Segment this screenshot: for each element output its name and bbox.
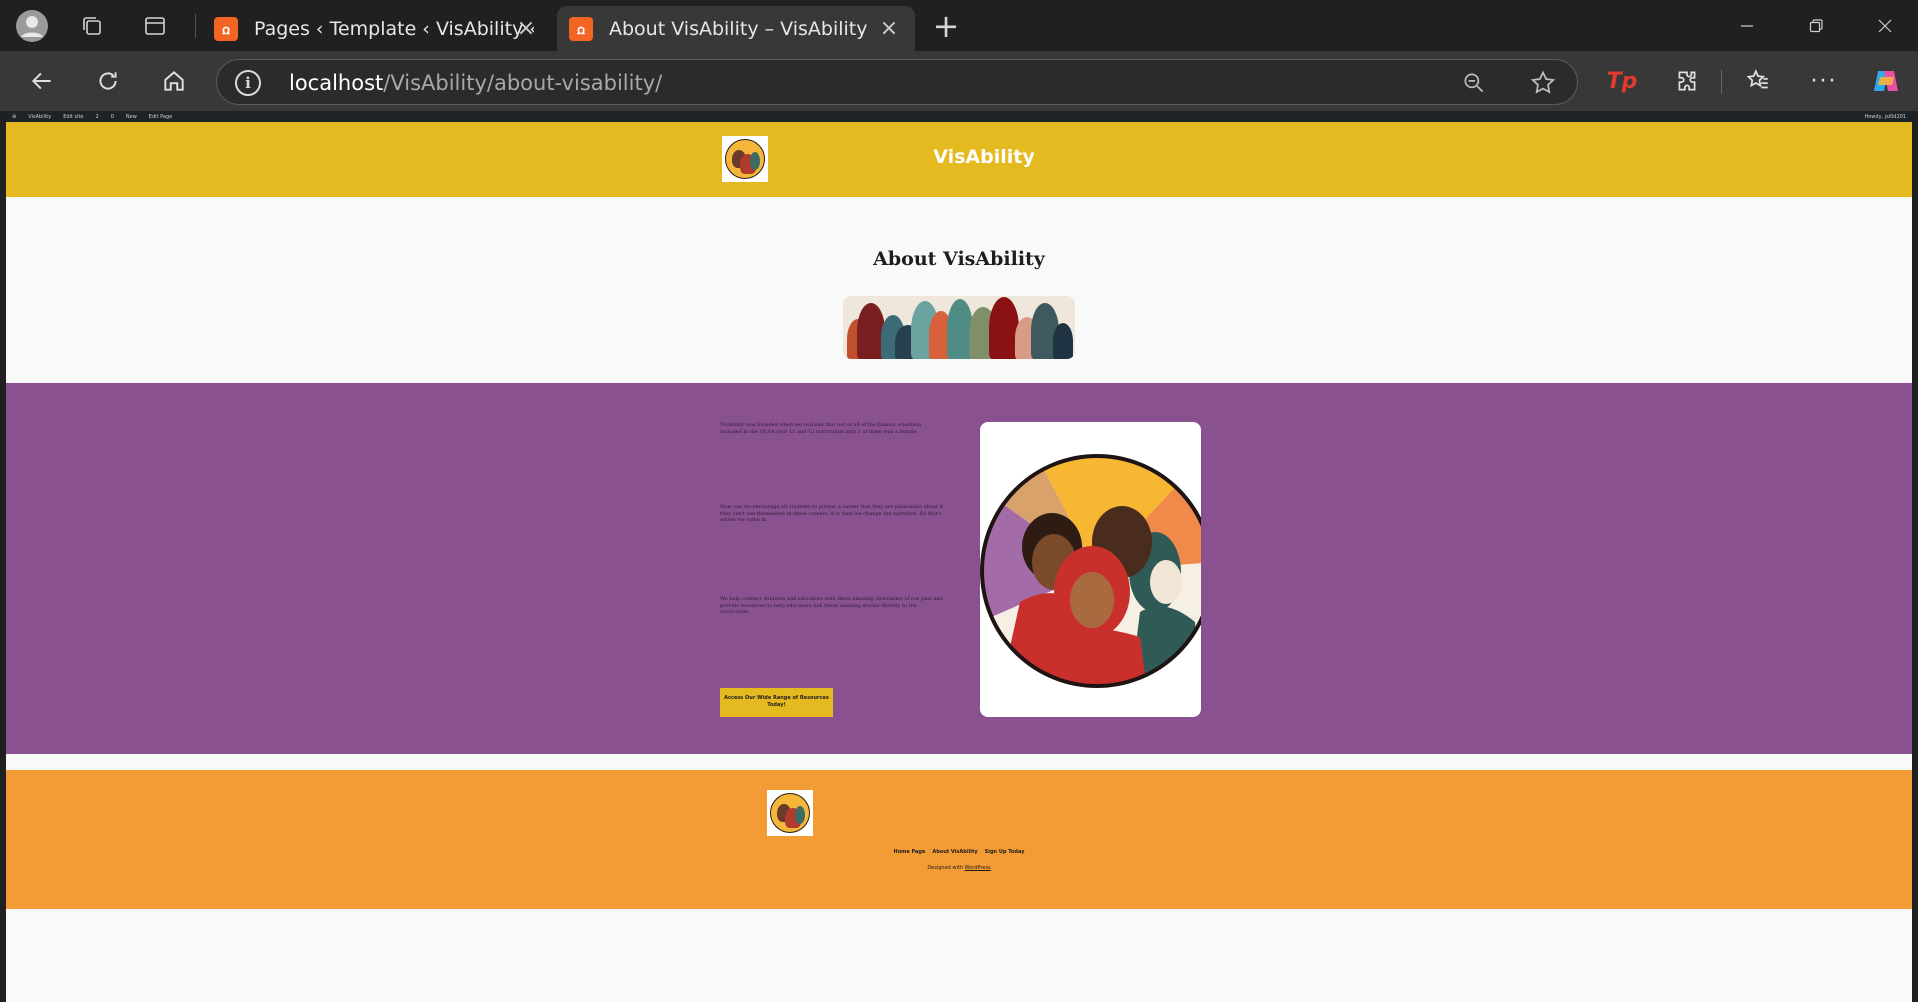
- workspaces-icon[interactable]: [72, 6, 112, 46]
- restore-button[interactable]: [1786, 6, 1846, 46]
- about-section: VisAbility was founded when we realised …: [6, 383, 1912, 754]
- favorites-icon[interactable]: [1738, 61, 1778, 101]
- home-icon[interactable]: [154, 61, 194, 101]
- tab-pages-template[interactable]: ꭥ Pages ‹ Template ‹ VisAbility ‹ Edit ×: [202, 6, 552, 51]
- adminbar-edit-site[interactable]: Edit site: [63, 114, 83, 120]
- silhouettes-banner-image: [843, 296, 1075, 359]
- footer-link-home[interactable]: Home Page: [894, 849, 926, 855]
- site-info-icon[interactable]: i: [235, 70, 261, 96]
- tab-about-visability[interactable]: ꭥ About VisAbility – VisAbility ×: [557, 6, 915, 51]
- page-viewport: ⊕ VisAbility Edit site 2 0 New Edit Page…: [6, 111, 1912, 1002]
- toolbar-separator: [1721, 70, 1722, 94]
- more-options-icon[interactable]: ···: [1804, 61, 1844, 101]
- profile-avatar-icon[interactable]: [12, 6, 52, 46]
- page-title: About VisAbility: [873, 248, 1045, 270]
- new-tab-button[interactable]: +: [928, 7, 964, 45]
- adminbar-site[interactable]: VisAbility: [28, 114, 51, 120]
- site-footer: Home Page About VisAbility Sign Up Today…: [6, 770, 1912, 909]
- tab-separator: [195, 14, 196, 38]
- minimize-button[interactable]: [1717, 6, 1777, 46]
- wordpress-link[interactable]: WordPress: [965, 865, 991, 871]
- about-paragraph-3: We help connect students and educators w…: [720, 596, 943, 615]
- adminbar-comments[interactable]: 0: [111, 114, 114, 120]
- site-header: VisAbility: [6, 122, 1912, 197]
- footer-link-signup[interactable]: Sign Up Today: [985, 849, 1025, 855]
- url-text[interactable]: localhost/VisAbility/about-visability/: [289, 71, 662, 95]
- adminbar-user[interactable]: Howdy, jsl0d201: [1864, 114, 1906, 120]
- adminbar-updates[interactable]: 2: [96, 114, 99, 120]
- back-arrow-icon[interactable]: [22, 61, 62, 101]
- close-tab-icon[interactable]: ×: [514, 16, 538, 41]
- wp-logo-icon[interactable]: ⊕: [12, 114, 16, 120]
- women-portrait-image: [980, 422, 1201, 717]
- close-window-button[interactable]: [1855, 6, 1915, 46]
- tab-title: About VisAbility – VisAbility: [609, 17, 868, 40]
- vertical-tabs-icon[interactable]: [135, 6, 175, 46]
- xampp-icon: ꭥ: [214, 16, 238, 41]
- zoom-out-icon[interactable]: [1461, 70, 1487, 100]
- tab-strip: ꭥ Pages ‹ Template ‹ VisAbility ‹ Edit ×…: [0, 0, 1918, 51]
- about-paragraph-2: How can we encourage all students to pur…: [720, 504, 943, 523]
- wp-admin-bar: ⊕ VisAbility Edit site 2 0 New Edit Page…: [6, 111, 1912, 122]
- footer-link-about[interactable]: About VisAbility: [932, 849, 977, 855]
- close-tab-icon[interactable]: ×: [877, 16, 901, 41]
- tab-title: Pages ‹ Template ‹ VisAbility ‹ Edit: [254, 17, 534, 40]
- about-paragraph-1: VisAbility was founded when we realised …: [720, 422, 922, 435]
- xampp-icon: ꭥ: [569, 16, 593, 41]
- footer-nav: Home Page About VisAbility Sign Up Today: [6, 849, 1912, 855]
- extensions-puzzle-icon[interactable]: [1667, 61, 1707, 101]
- favorite-star-icon[interactable]: [1529, 69, 1557, 101]
- browser-toolbar: i localhost/VisAbility/about-visability/…: [0, 51, 1918, 111]
- footer-credit: Designed with WordPress: [927, 865, 991, 871]
- refresh-icon[interactable]: [88, 61, 128, 101]
- tp-extension-icon[interactable]: Tp: [1602, 61, 1642, 101]
- copilot-icon[interactable]: [1866, 61, 1906, 101]
- adminbar-edit-page[interactable]: Edit Page: [149, 114, 172, 120]
- footer-logo[interactable]: [767, 790, 813, 836]
- site-title[interactable]: VisAbility: [6, 146, 1912, 168]
- resources-cta-button[interactable]: Access Our Wide Range of Resources Today…: [720, 688, 833, 717]
- address-bar[interactable]: i localhost/VisAbility/about-visability/: [216, 59, 1578, 105]
- adminbar-new[interactable]: New: [126, 114, 137, 120]
